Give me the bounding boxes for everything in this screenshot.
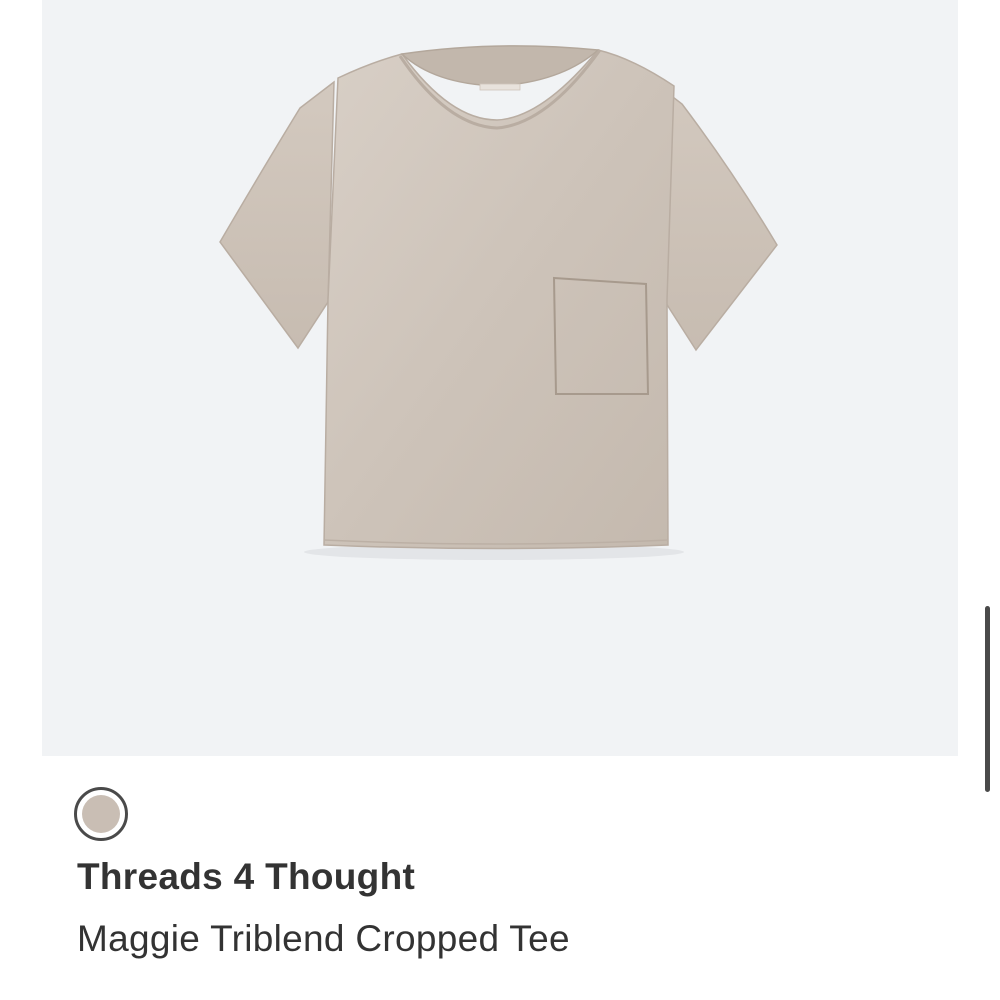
- neckline: [400, 45, 600, 87]
- tshirt-icon: [219, 45, 778, 560]
- product-image[interactable]: [42, 0, 958, 756]
- shirt-label: [479, 83, 521, 91]
- left-sleeve: [219, 80, 335, 350]
- color-swatch[interactable]: [74, 787, 128, 841]
- swatch-color-fill: [82, 795, 120, 833]
- product-detail-page: Threads 4 Thought Maggie Triblend Croppe…: [0, 0, 1000, 1000]
- scrollbar[interactable]: [985, 606, 990, 792]
- shirt-body: [323, 49, 675, 550]
- brand-name: Threads 4 Thought: [77, 856, 416, 897]
- product-name: Maggie Triblend Cropped Tee: [77, 918, 570, 959]
